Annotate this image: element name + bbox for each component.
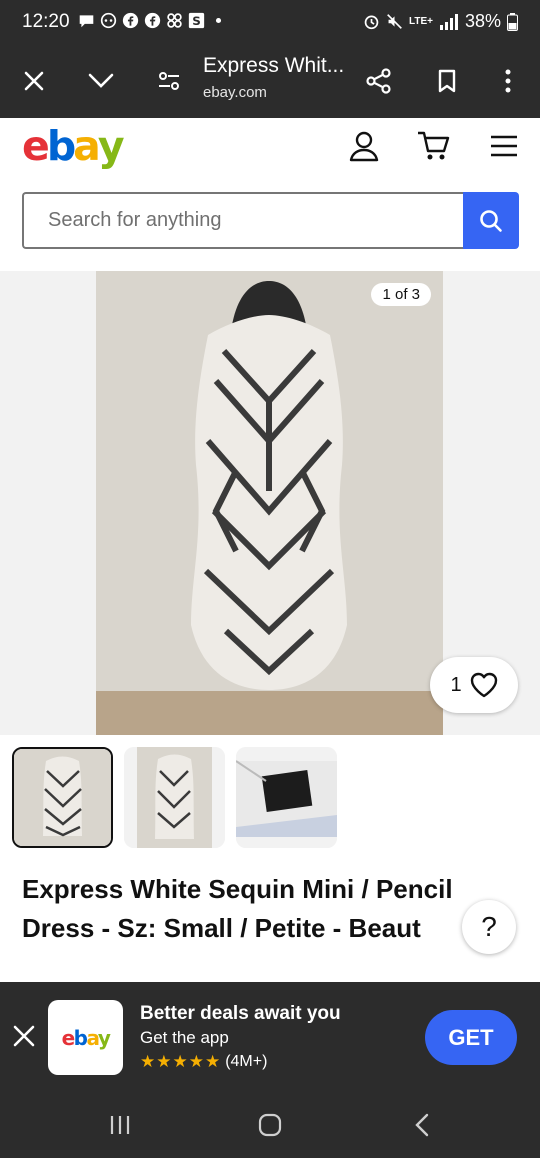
ebay-logo[interactable]: ebay [22, 122, 125, 170]
status-time: 12:20 [22, 11, 70, 32]
app-logo-text: ebay [61, 1025, 111, 1050]
thumbnail-image [124, 747, 225, 848]
notification-icons: S [78, 12, 227, 29]
system-nav-bar [0, 1091, 540, 1158]
back-icon [415, 1113, 429, 1137]
logo-letter-b: b [46, 122, 76, 170]
app-logo-letter: b [73, 1025, 88, 1050]
listing-title: Express White Sequin Mini / Pencil Dress… [22, 870, 522, 948]
more-vertical-icon [505, 69, 511, 93]
search-button[interactable] [463, 192, 519, 249]
search-icon [480, 209, 502, 232]
logo-letter-y: y [97, 122, 125, 170]
close-tab-button[interactable] [13, 60, 55, 102]
status-bar: 12:20 S LTE+ 38% [0, 0, 540, 44]
mute-icon [387, 14, 402, 29]
recent-apps-icon [110, 1116, 130, 1134]
network-label: LTE+ [408, 16, 433, 27]
battery-icon [507, 12, 518, 31]
listing-title-line-1: Express White Sequin Mini / Pencil [22, 874, 453, 904]
status-right: LTE+ 38% [363, 11, 518, 32]
facebook-icon-2 [144, 12, 161, 29]
apps-icon [167, 13, 182, 28]
thumbnail-image [236, 747, 337, 848]
image-counter: 1 of 3 [371, 283, 431, 306]
thumbnail-3[interactable] [236, 747, 337, 848]
battery-percent: 38% [464, 11, 501, 31]
back-button[interactable] [406, 1109, 438, 1141]
alarm-icon [364, 15, 379, 30]
site-settings-button[interactable] [148, 60, 190, 102]
recent-apps-button[interactable] [104, 1109, 136, 1141]
share-button[interactable] [358, 60, 400, 102]
facebook-icon [122, 12, 139, 29]
account-icon[interactable] [346, 128, 382, 164]
home-icon [258, 1113, 282, 1137]
close-icon[interactable] [10, 1022, 38, 1050]
bookmark-button[interactable] [426, 60, 468, 102]
help-button[interactable]: ? [462, 900, 516, 954]
thumbnail-image [14, 749, 111, 846]
dress-image [96, 271, 443, 735]
signal-icon [439, 14, 458, 30]
page-host[interactable]: ebay.com [203, 84, 267, 101]
site-header: ebay [0, 118, 540, 188]
image-gallery: 1 of 3 1 [0, 271, 540, 735]
thumbnail-2[interactable] [124, 747, 225, 848]
logo-letter-a: a [73, 122, 101, 170]
rating-count: (4M+) [225, 1053, 268, 1070]
close-icon [24, 71, 44, 91]
dot-icon [215, 17, 222, 24]
logo-letter-e: e [22, 122, 50, 170]
home-button[interactable] [254, 1109, 286, 1141]
get-app-button[interactable]: GET [425, 1010, 517, 1065]
product-photo[interactable]: 1 of 3 [96, 271, 443, 735]
app-install-banner: ebay Better deals await you Get the app … [0, 982, 540, 1091]
thumbnail-strip [0, 745, 540, 849]
thumbnail-1[interactable] [12, 747, 113, 848]
watch-button[interactable]: 1 [430, 657, 518, 713]
bookmark-icon [438, 69, 456, 93]
svg-text:S: S [192, 14, 201, 28]
watch-count: 1 [450, 673, 462, 696]
app-logo: ebay [48, 1000, 123, 1075]
collapse-button[interactable] [80, 60, 122, 102]
more-menu-button[interactable] [487, 60, 529, 102]
search-bar [22, 192, 519, 249]
banner-subheading: Get the app [140, 1028, 229, 1047]
share-icon [366, 68, 391, 94]
chevron-down-icon [88, 73, 114, 88]
app-logo-letter: a [86, 1025, 99, 1050]
banner-heading: Better deals await you [140, 1003, 341, 1024]
chat-bubble-icon [79, 15, 94, 28]
page-title[interactable]: Express Whit... [203, 54, 344, 78]
app-logo-letter: e [61, 1025, 76, 1050]
app-logo-letter: y [97, 1025, 111, 1050]
heart-icon [470, 672, 497, 698]
cart-icon[interactable] [416, 128, 452, 164]
menu-icon[interactable] [487, 128, 523, 164]
s-app-icon: S [188, 12, 205, 29]
listing-title-line-2: Dress - Sz: Small / Petite - Beaut [22, 913, 421, 943]
browser-toolbar: Express Whit... ebay.com [0, 44, 540, 118]
tune-icon [159, 72, 179, 90]
star-rating-icon: ★★★★★ [140, 1052, 222, 1071]
app-rating: ★★★★★ (4M+) [140, 1052, 267, 1072]
messenger-icon [100, 12, 117, 29]
search-input[interactable] [22, 192, 464, 249]
